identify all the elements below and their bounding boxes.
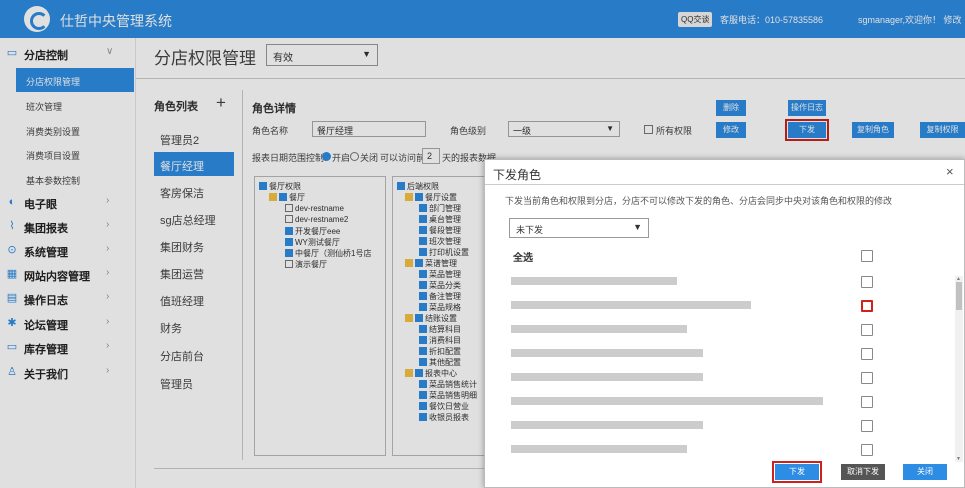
scrollbar-thumb[interactable] bbox=[956, 282, 962, 310]
store-name-redacted bbox=[511, 421, 703, 429]
dialog-distribute-button[interactable]: 下发 bbox=[772, 461, 822, 483]
close-icon[interactable]: × bbox=[946, 164, 954, 179]
select-value: 未下发 bbox=[516, 225, 544, 235]
scroll-down-icon[interactable]: ▼ bbox=[956, 456, 961, 462]
select-all-checkbox[interactable] bbox=[861, 250, 873, 262]
divider bbox=[485, 184, 964, 185]
store-name-redacted bbox=[511, 397, 823, 405]
dialog-cancel-distribute-button[interactable]: 取消下发 bbox=[841, 464, 885, 480]
store-name-redacted bbox=[511, 445, 687, 453]
store-checkbox[interactable] bbox=[861, 372, 873, 384]
dialog-close-button[interactable]: 关闭 bbox=[903, 464, 947, 480]
store-checkbox[interactable] bbox=[861, 348, 873, 360]
chevron-down-icon: ▼ bbox=[633, 222, 642, 232]
dialog-title: 下发角色 bbox=[493, 168, 542, 182]
dialog-note: 下发当前角色和权限到分店，分店不可以修改下发的角色、分店会同步中央对该角色和权限… bbox=[505, 196, 893, 206]
distribute-status-select[interactable]: 未下发 ▼ bbox=[509, 218, 649, 238]
store-name-redacted bbox=[511, 277, 677, 285]
dialog-scrollbar[interactable]: ▲ ▼ bbox=[955, 276, 963, 462]
store-checkbox[interactable] bbox=[861, 396, 873, 408]
store-name-redacted bbox=[511, 301, 751, 309]
store-name-redacted bbox=[511, 325, 687, 333]
distribute-role-dialog: 下发角色 × 下发当前角色和权限到分店，分店不可以修改下发的角色、分店会同步中央… bbox=[484, 159, 965, 488]
store-checkbox[interactable] bbox=[861, 444, 873, 456]
store-checkbox[interactable] bbox=[861, 276, 873, 288]
store-checkbox-highlighted[interactable] bbox=[861, 300, 873, 312]
store-checkbox[interactable] bbox=[861, 324, 873, 336]
select-all-label: 全选 bbox=[513, 253, 533, 264]
store-name-redacted bbox=[511, 373, 703, 381]
store-checkbox[interactable] bbox=[861, 420, 873, 432]
store-name-redacted bbox=[511, 349, 703, 357]
